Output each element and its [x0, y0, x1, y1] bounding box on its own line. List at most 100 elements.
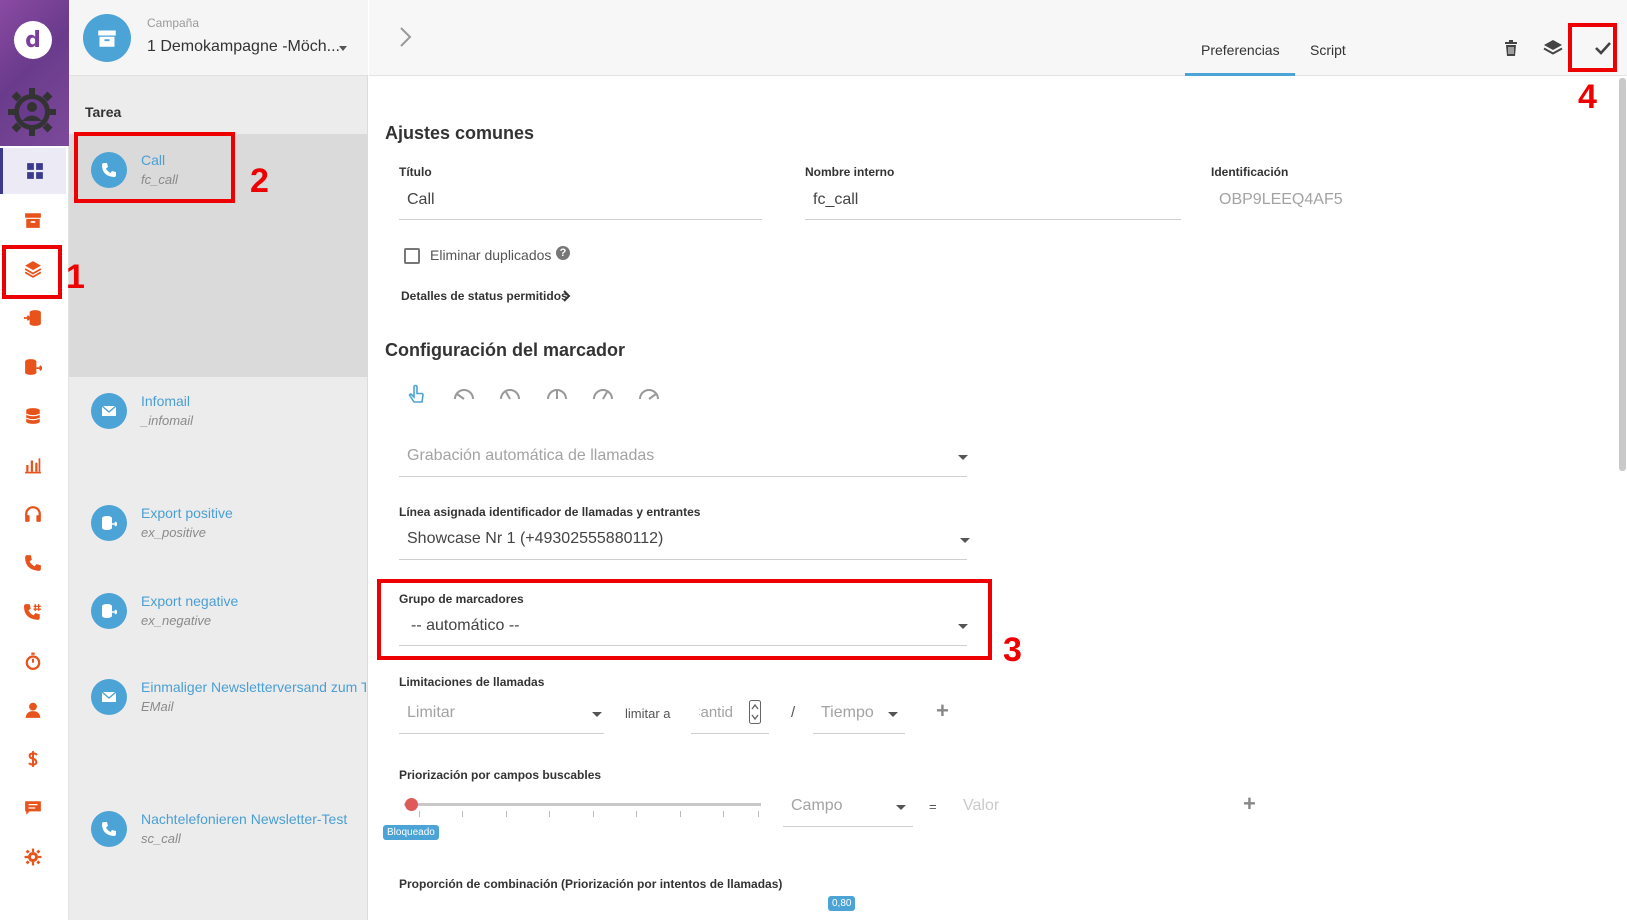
field-select[interactable]: Campo [791, 797, 843, 815]
dial-speed-5-icon[interactable] [637, 383, 661, 407]
task-internal-name: _infomail [141, 413, 194, 428]
title-input[interactable]: Call [407, 191, 435, 209]
add-limit-plus-icon[interactable]: + [936, 698, 949, 724]
chevron-right-icon[interactable] [563, 290, 571, 302]
chat-icon[interactable] [0, 785, 66, 831]
chevron-down-icon[interactable] [888, 712, 898, 717]
line-select[interactable]: Showcase Nr 1 (+49302555880112) [407, 530, 663, 548]
dial-speed-4-icon[interactable] [591, 383, 615, 407]
annotation-number-2: 2 [250, 162, 269, 200]
task-item-nachtelefonieren[interactable]: Nachtelefonieren Newsletter-Test sc_call [91, 803, 366, 853]
limit-select[interactable]: Limitar [407, 704, 455, 722]
task-internal-name: EMail [141, 699, 174, 714]
recording-underline [399, 476, 967, 477]
database-export-icon [91, 593, 127, 629]
phone-icon [91, 811, 127, 847]
equals-sign: = [929, 799, 937, 814]
chevron-down-icon[interactable] [958, 455, 968, 460]
task-settings-panel: Preferencias Script Ajustes comunes Títu… [369, 0, 1627, 920]
chevron-right-icon[interactable] [399, 26, 413, 48]
help-icon[interactable]: ? [556, 246, 570, 260]
chevron-down-icon[interactable] [592, 712, 602, 717]
tab-script[interactable]: Script [1310, 42, 1346, 58]
title-label: Título [399, 165, 432, 179]
scrollbar[interactable] [1619, 78, 1626, 471]
limit-underline [399, 733, 604, 734]
chevron-down-icon[interactable] [896, 805, 906, 810]
dial-speed-3-icon[interactable] [545, 383, 569, 407]
identification-label: Identificación [1211, 165, 1289, 179]
amount-input[interactable]: Cantid [699, 704, 733, 721]
mix-ratio-label: Proporción de combinación (Priorización … [399, 877, 783, 891]
remove-duplicates-checkbox[interactable] [404, 248, 420, 264]
line-underline [399, 559, 967, 560]
bar-chart-icon[interactable] [0, 442, 66, 488]
manual-hand-pointer-icon[interactable] [405, 383, 429, 407]
slider-tick [462, 811, 463, 817]
task-internal-name: ex_positive [141, 525, 207, 540]
database-import-icon[interactable] [0, 295, 66, 341]
task-name: Export positive [141, 505, 233, 521]
database-export-icon [91, 505, 127, 541]
campaign-value[interactable]: 1 Demokampagne -Möch... [147, 38, 340, 56]
tab-preferences[interactable]: Preferencias [1201, 42, 1280, 58]
value-input[interactable]: Valor [963, 797, 999, 815]
task-item-infomail[interactable]: Infomail _infomail [91, 385, 366, 435]
dial-speed-2-icon[interactable] [498, 383, 522, 407]
envelope-icon [91, 393, 127, 429]
chevron-down-icon[interactable] [339, 46, 347, 51]
task-name: Infomail [141, 393, 191, 409]
priority-slider-handle[interactable] [405, 798, 418, 811]
user-icon[interactable] [0, 687, 66, 733]
campaign-selector[interactable]: Campaña 1 Demokampagne -Möch... [69, 0, 368, 76]
dial-speed-1-icon[interactable] [452, 383, 476, 407]
avatar-gear-icon[interactable] [8, 88, 56, 136]
time-underline [813, 733, 905, 734]
task-name: Export negative [141, 593, 239, 609]
task-internal-name: sc_call [141, 831, 181, 846]
task-name: Nachtelefonieren Newsletter-Test [141, 811, 348, 827]
slider-tick [680, 811, 681, 817]
slider-tick [723, 811, 724, 817]
priority-label: Priorización por campos buscables [399, 768, 602, 782]
phone-hash-icon[interactable] [0, 589, 66, 635]
task-item-newsletter[interactable]: Einmaliger Newsletterversand zum T EMail [91, 671, 366, 721]
call-recording-select[interactable]: Grabación automática de llamadas [407, 447, 654, 465]
slider-tick [636, 811, 637, 817]
archive-icon[interactable] [0, 197, 66, 243]
annotation-box-4 [1568, 23, 1617, 72]
title-underline [399, 219, 762, 220]
layers-icon[interactable] [1541, 36, 1565, 60]
delete-trash-icon[interactable] [1499, 36, 1523, 60]
app-logo[interactable]: d [14, 21, 52, 59]
blocked-badge: Bloqueado [383, 825, 439, 840]
status-details-link[interactable]: Detalles de status permitidos [401, 289, 568, 303]
task-item-export-positive[interactable]: Export positive ex_positive [91, 497, 366, 547]
stepper-arrows-icon[interactable] [749, 700, 761, 724]
headset-icon[interactable] [0, 491, 66, 537]
stopwatch-icon[interactable] [0, 638, 66, 684]
settings-gear-icon[interactable] [0, 834, 66, 880]
database-icon[interactable] [0, 393, 66, 439]
internal-name-input[interactable]: fc_call [813, 191, 858, 209]
limit-to-label: limitar a [625, 706, 671, 721]
slash-separator: / [791, 704, 796, 721]
rail-header: d [0, 0, 69, 146]
priority-slider-track[interactable] [404, 803, 761, 806]
call-limits-label: Limitaciones de llamadas [399, 675, 545, 689]
phone-icon[interactable] [0, 540, 66, 586]
add-priority-plus-icon[interactable]: + [1243, 791, 1256, 817]
line-label: Línea asignada identificador de llamadas… [399, 505, 701, 519]
task-name: Einmaliger Newsletterversand zum T [141, 679, 366, 695]
chevron-down-icon[interactable] [960, 538, 970, 543]
slider-tick [506, 811, 507, 817]
internal-name-underline [805, 219, 1181, 220]
dashboard-icon[interactable] [0, 148, 66, 194]
remove-duplicates-label: Eliminar duplicados [430, 247, 552, 263]
database-export-icon[interactable] [0, 344, 66, 390]
task-item-export-negative[interactable]: Export negative ex_negative [91, 585, 366, 635]
dollar-icon[interactable] [0, 736, 66, 782]
time-select[interactable]: Tiempo [821, 704, 874, 722]
campaign-label: Campaña [147, 16, 200, 30]
top-toolbar: Preferencias Script [369, 0, 1627, 76]
